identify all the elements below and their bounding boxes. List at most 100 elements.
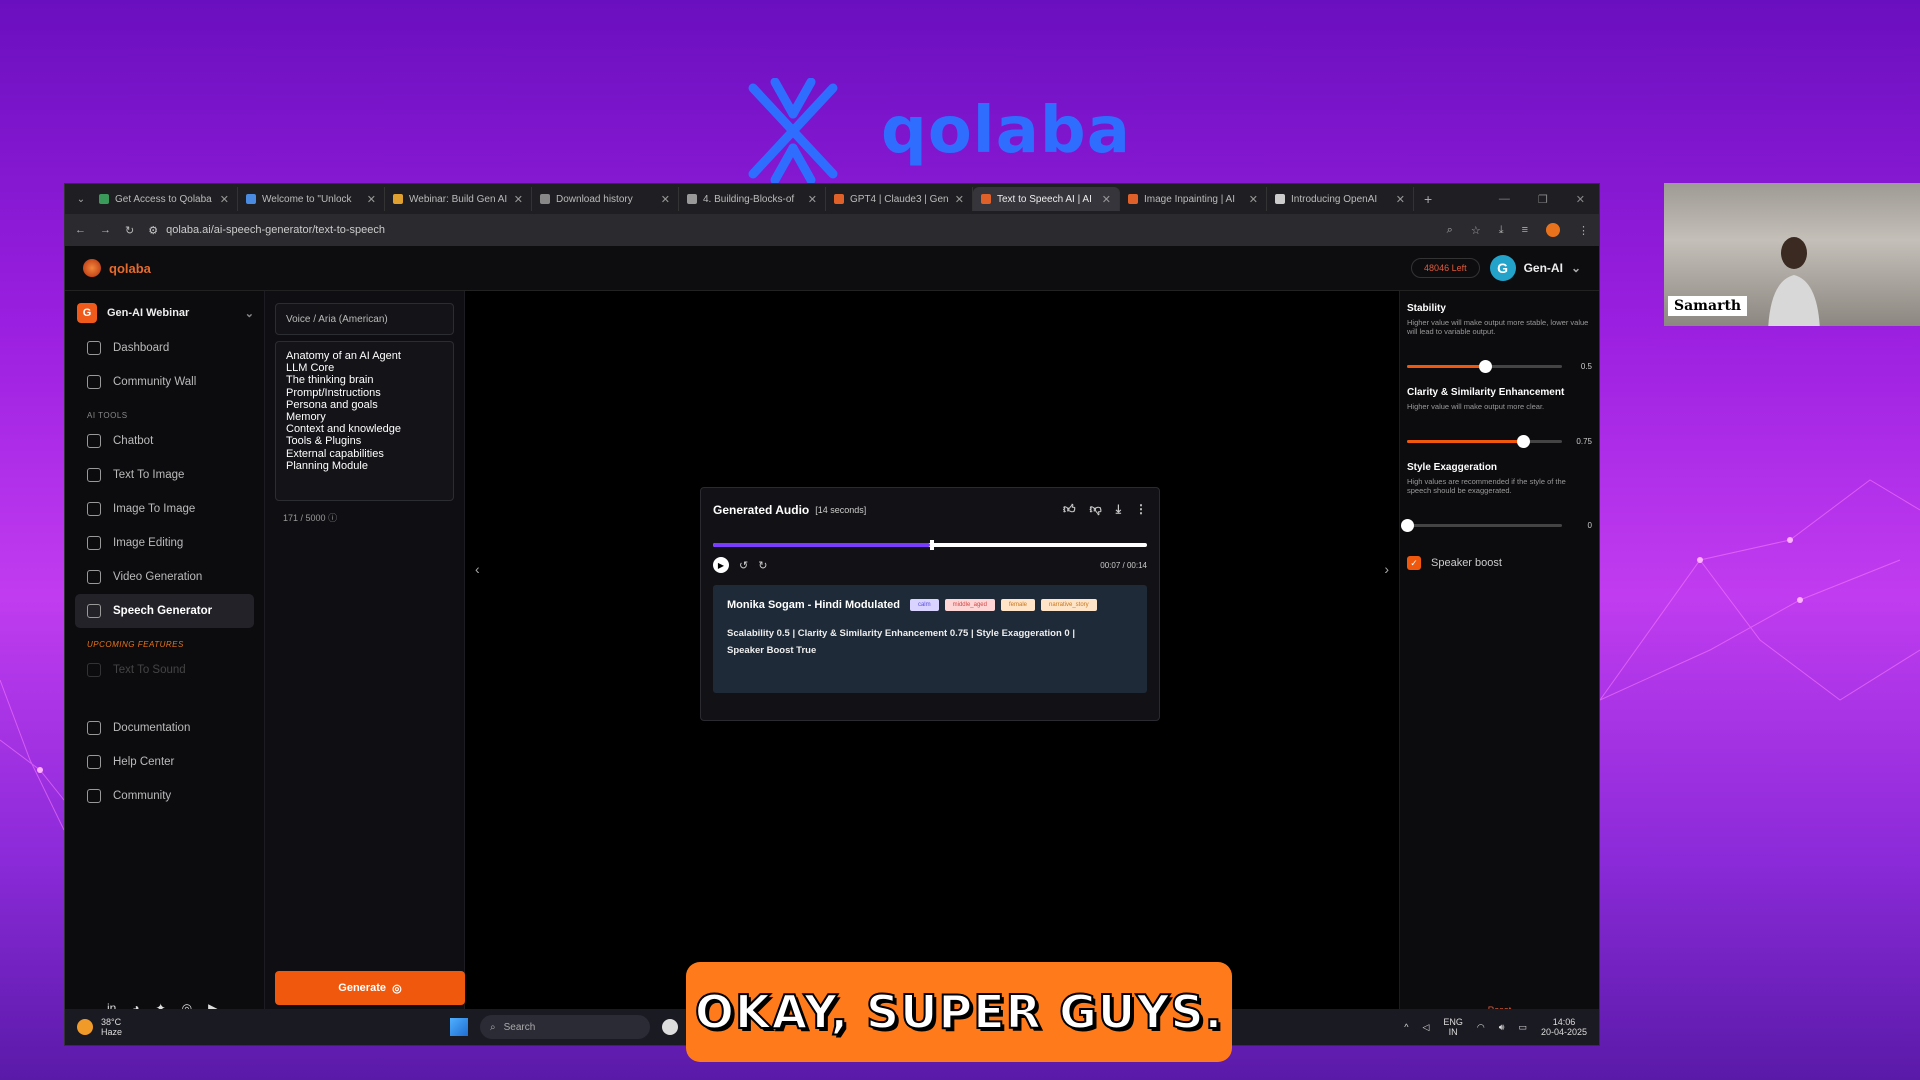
forward-icon[interactable]: ↻ (758, 559, 767, 572)
slider-track[interactable] (1401, 519, 1562, 532)
maximize-icon[interactable]: ❐ (1538, 193, 1548, 206)
audio-progress-handle[interactable] (930, 540, 934, 550)
sidebar-item-video-generation[interactable]: Video Generation (65, 560, 264, 594)
workspace-selector[interactable]: G Gen-AI Webinar ⌄ (77, 303, 254, 323)
voice-select[interactable]: Voice / Aria (American) (275, 303, 454, 335)
app-logo[interactable]: qolaba (83, 259, 151, 277)
sidebar-item-help-center[interactable]: Help Center (65, 745, 264, 779)
rewind-icon[interactable]: ↺ (739, 559, 748, 572)
user-menu[interactable]: G Gen-AI ⌄ (1489, 255, 1581, 281)
clock[interactable]: 14:06 20-04-2025 (1541, 1017, 1587, 1037)
audio-card-title: Generated Audio (713, 502, 810, 517)
battery-icon[interactable]: ▭ (1518, 1022, 1527, 1032)
browser-tab[interactable]: Get Access to Qolaba ✕ (91, 187, 238, 211)
window-controls: — ❐ ✕ (1499, 193, 1599, 206)
presenter-video (1768, 237, 1820, 326)
profile-avatar[interactable] (1546, 223, 1560, 237)
close-tab-icon[interactable]: ✕ (220, 193, 229, 206)
close-tab-icon[interactable]: ✕ (1249, 193, 1258, 206)
slider-thumb[interactable] (1401, 519, 1414, 532)
wifi-icon[interactable]: ◠ (1477, 1022, 1485, 1032)
sidebar-item-label: Dashboard (113, 342, 170, 354)
sidebar-item-chatbot[interactable]: Chatbot (65, 424, 264, 458)
qolaba-mark-icon (83, 259, 101, 277)
caption-text: OKAY, SUPER GUYS. (694, 984, 1224, 1040)
browser-menu-icon[interactable]: ⋮ (1578, 224, 1589, 237)
bookmark-star-icon[interactable]: ☆ (1471, 224, 1481, 237)
zoom-icon[interactable]: ⌕ (1447, 224, 1453, 237)
browser-tab[interactable]: Welcome to "Unlock ✕ (238, 187, 385, 211)
close-tab-icon[interactable]: ✕ (1396, 193, 1405, 206)
close-tab-icon[interactable]: ✕ (808, 193, 817, 206)
sidebar-item-speech-generator[interactable]: Speech Generator (75, 594, 254, 628)
workspace-name: Gen-AI Webinar (107, 307, 190, 319)
voice-tag: female (1000, 599, 1035, 611)
thumbs-down-icon[interactable]: 👎︎ (1090, 502, 1102, 517)
style-slider[interactable]: 0 (1401, 519, 1592, 532)
browser-tab[interactable]: Image Inpainting | AI ✕ (1120, 187, 1267, 211)
close-tab-icon[interactable]: ✕ (1102, 193, 1111, 206)
slider-track[interactable] (1407, 435, 1562, 448)
taskbar-search[interactable]: ⌕ Search (480, 1015, 650, 1039)
browser-tab[interactable]: Download history ✕ (532, 187, 679, 211)
thumbs-up-icon[interactable]: 👍︎ (1063, 502, 1076, 517)
back-icon[interactable]: ← (75, 224, 86, 236)
info-icon[interactable]: ⓘ (328, 513, 337, 523)
slider-thumb[interactable] (1517, 435, 1531, 448)
voice-name: Monika Sogam - Hindi Modulated (727, 599, 900, 611)
sidebar-item-image-to-image[interactable]: Image To Image (65, 492, 264, 526)
tray-expand-icon[interactable]: ^ (1404, 1022, 1408, 1032)
prompt-textarea[interactable]: Anatomy of an AI Agent LLM Core The thin… (275, 341, 454, 501)
play-icon[interactable]: ▶ (713, 557, 729, 573)
weather-widget[interactable]: 38°C Haze (77, 1017, 122, 1037)
tab-title: GPT4 | Claude3 | Gen (850, 193, 949, 205)
site-info-icon[interactable]: ⚙ (148, 224, 158, 237)
location-icon[interactable]: ◁ (1422, 1022, 1429, 1032)
volume-icon[interactable]: 🔊︎ (1499, 1022, 1505, 1032)
url-field[interactable]: ⚙ qolaba.ai/ai-speech-generator/text-to-… (148, 224, 1432, 237)
close-tab-icon[interactable]: ✕ (955, 193, 964, 206)
favicon-icon (687, 194, 697, 204)
sidebar-item-community-wall[interactable]: Community Wall (65, 365, 264, 399)
close-window-icon[interactable]: ✕ (1576, 193, 1585, 206)
close-tab-icon[interactable]: ✕ (661, 193, 670, 206)
sidebar-item-dashboard[interactable]: Dashboard (65, 331, 264, 365)
sidebar-item-community[interactable]: Community (65, 779, 264, 813)
chrome-icon[interactable] (662, 1019, 678, 1035)
text-to-sound-icon (87, 663, 101, 677)
stability-slider[interactable]: 0.5 (1407, 360, 1592, 373)
search-icon: ⌕ (490, 1021, 496, 1033)
sidebar-item-documentation[interactable]: Documentation (65, 711, 264, 745)
minimize-icon[interactable]: — (1499, 193, 1510, 206)
voice-settings-panel: Stability Higher value will make output … (1399, 291, 1599, 1045)
sidebar-item-image-editing[interactable]: Image Editing (65, 526, 264, 560)
slider-track[interactable] (1407, 360, 1562, 373)
collapse-left-icon[interactable]: ‹ (475, 561, 480, 577)
more-options-icon[interactable]: ⋮ (1135, 502, 1147, 517)
media-icon[interactable]: ≡ (1522, 224, 1528, 236)
close-tab-icon[interactable]: ✕ (514, 193, 523, 206)
browser-tab[interactable]: GPT4 | Claude3 | Gen ✕ (826, 187, 973, 211)
audio-progress-bar[interactable] (713, 540, 1147, 550)
close-tab-icon[interactable]: ✕ (367, 193, 376, 206)
downloads-icon[interactable]: ⤓ (1499, 224, 1504, 237)
forward-icon[interactable]: → (100, 224, 111, 236)
download-icon[interactable]: ⤓ (1116, 502, 1121, 517)
app-logo-text: qolaba (109, 260, 151, 276)
slider-thumb[interactable] (1478, 360, 1492, 373)
sidebar-item-text-to-image[interactable]: Text To Image (65, 458, 264, 492)
reload-icon[interactable]: ↻ (125, 224, 134, 237)
browser-tab[interactable]: Introducing OpenAI ✕ (1267, 187, 1414, 211)
browser-tab[interactable]: 4. Building-Blocks-of ✕ (679, 187, 826, 211)
tab-search-icon[interactable]: ⌄ (71, 194, 91, 205)
new-tab-button[interactable]: + (1414, 191, 1442, 207)
generate-button[interactable]: Generate ◎ (275, 971, 465, 1005)
speaker-boost-toggle[interactable]: ✓ Speaker boost (1407, 556, 1592, 570)
browser-tab[interactable]: Webinar: Build Gen AI ✕ (385, 187, 532, 211)
language-indicator[interactable]: ENG IN (1443, 1017, 1463, 1037)
checkbox-checked-icon[interactable]: ✓ (1407, 556, 1421, 570)
browser-tab-active[interactable]: Text to Speech AI | AI ✕ (973, 187, 1120, 211)
windows-start-icon[interactable] (450, 1018, 468, 1036)
collapse-right-icon[interactable]: › (1384, 561, 1389, 577)
clarity-slider[interactable]: 0.75 (1407, 435, 1592, 448)
